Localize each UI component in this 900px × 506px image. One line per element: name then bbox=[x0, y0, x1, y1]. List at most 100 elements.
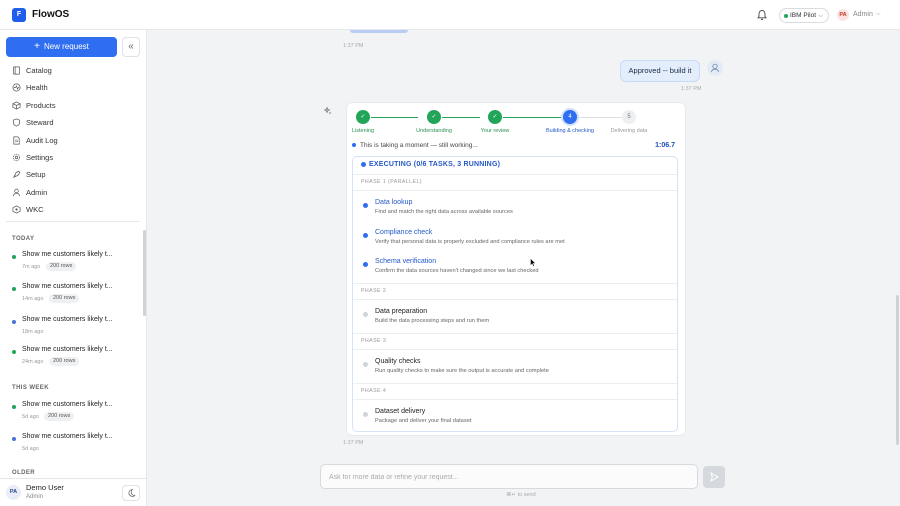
user-menu-label[interactable]: Admin bbox=[853, 11, 873, 18]
pending-status-icon bbox=[363, 312, 368, 317]
environment-selector[interactable]: IBM Pilot ⌵ bbox=[779, 8, 829, 23]
sidebar-item-catalog[interactable]: Catalog bbox=[0, 62, 146, 79]
status-dot-icon bbox=[12, 287, 16, 291]
theme-toggle-button[interactable] bbox=[122, 485, 140, 501]
task-title: Quality checks bbox=[375, 358, 421, 365]
chat-area: 1:37 PM Approved -- build it 1:37 PM ✓ ✓… bbox=[147, 30, 900, 506]
step-circle-delivering: 5 bbox=[622, 110, 636, 124]
sidebar-item-settings[interactable]: Settings bbox=[0, 149, 146, 166]
step-circle-your-review: ✓ bbox=[488, 110, 502, 124]
task-description: Run quality checks to make sure the outp… bbox=[375, 368, 549, 374]
phase-label: PHASE 4 bbox=[361, 388, 387, 394]
task-title: Dataset delivery bbox=[375, 408, 426, 415]
status-dot-icon bbox=[12, 350, 16, 354]
app-logo-icon[interactable]: F bbox=[12, 8, 26, 22]
step-label: Delivering data bbox=[610, 128, 648, 134]
sidebar-item-wkc[interactable]: WKC bbox=[0, 201, 146, 218]
task-description: Package and deliver your final dataset bbox=[375, 418, 472, 424]
phase-label: PHASE 2 bbox=[361, 288, 387, 294]
send-button[interactable] bbox=[703, 466, 725, 488]
history-section-older: OLDER bbox=[12, 470, 35, 476]
chat-scrollbar[interactable] bbox=[896, 295, 899, 445]
sidebar: + New request « Catalog Health Products S… bbox=[0, 30, 147, 506]
footer-user-role: Admin bbox=[26, 494, 44, 500]
status-dot-icon bbox=[784, 14, 788, 18]
step-connector bbox=[503, 117, 563, 118]
task-title: Compliance check bbox=[375, 229, 433, 236]
sidebar-item-label: Settings bbox=[26, 152, 54, 162]
row-count-badge: 200 rows bbox=[49, 294, 80, 303]
send-shortcut-hint: ⌘↵ to send bbox=[506, 492, 536, 498]
avatar[interactable]: PA bbox=[837, 9, 849, 21]
top-bar: F FlowOS IBM Pilot ⌵ PA Admin ⌵ bbox=[0, 0, 900, 30]
divider bbox=[353, 333, 677, 334]
book-icon bbox=[12, 66, 21, 75]
task-title: Data lookup bbox=[375, 199, 413, 206]
rocket-icon bbox=[13, 171, 21, 179]
gear-icon bbox=[12, 153, 21, 162]
step-circle-understanding: ✓ bbox=[427, 110, 441, 124]
heart-pulse-icon bbox=[12, 83, 21, 92]
collapse-sidebar-button[interactable]: « bbox=[122, 37, 140, 57]
step-connector bbox=[442, 117, 480, 118]
sidebar-item-label: Audit Log bbox=[26, 135, 58, 145]
row-count-badge: 200 rows bbox=[49, 357, 80, 366]
history-item-title: Show me customers likely t... bbox=[22, 346, 113, 353]
execution-header: EXECUTING (0/6 TASKS, 3 RUNNING) bbox=[353, 157, 677, 172]
sidebar-item-label: Admin bbox=[26, 187, 48, 197]
sidebar-item-products[interactable]: Products bbox=[0, 97, 146, 114]
step-circle-building: 4 bbox=[563, 110, 577, 124]
sidebar-item-audit-log[interactable]: Audit Log bbox=[0, 132, 146, 149]
row-count-badge: 200 rows bbox=[44, 412, 75, 421]
status-dot-icon bbox=[12, 437, 16, 441]
chevron-down-icon[interactable]: ⌵ bbox=[876, 11, 881, 18]
elapsed-timer: 1:06.7 bbox=[655, 142, 675, 149]
avatar[interactable]: PA bbox=[6, 485, 21, 500]
new-request-button[interactable]: + New request bbox=[6, 37, 117, 57]
running-status-icon bbox=[363, 203, 368, 208]
step-label: Building & checking bbox=[545, 128, 595, 134]
chat-input[interactable] bbox=[329, 471, 689, 483]
sidebar-item-label: Products bbox=[26, 100, 56, 110]
progress-stepper: ✓ ✓ ✓ 4 5 Listening Understanding Your r… bbox=[347, 103, 687, 143]
pulse-dot-icon bbox=[352, 143, 356, 148]
task-title: Data preparation bbox=[375, 308, 428, 315]
sidebar-item-setup[interactable]: Setup bbox=[0, 166, 146, 183]
history-item-time: 24m ago bbox=[22, 359, 44, 365]
execution-header-text: EXECUTING (0/6 TASKS, 3 RUNNING) bbox=[369, 161, 501, 168]
history-item-time: 5d ago bbox=[22, 446, 39, 452]
build-progress-card: ✓ ✓ ✓ 4 5 Listening Understanding Your r… bbox=[346, 102, 686, 436]
divider bbox=[353, 283, 677, 284]
task-title: Schema verification bbox=[375, 258, 437, 265]
cube-icon bbox=[12, 101, 21, 110]
sidebar-nav: Catalog Health Products Steward Audit Lo… bbox=[0, 62, 146, 219]
timestamp: 1:37 PM bbox=[343, 440, 364, 446]
sidebar-item-admin[interactable]: Admin bbox=[0, 184, 146, 201]
sidebar-item-label: Steward bbox=[26, 118, 54, 128]
document-icon bbox=[13, 136, 20, 145]
history-item-time: 5d ago bbox=[22, 414, 39, 420]
sidebar-item-steward[interactable]: Steward bbox=[0, 114, 146, 131]
user-message-bubble: Approved -- build it bbox=[620, 60, 700, 82]
running-status-icon bbox=[363, 262, 368, 267]
chat-composer bbox=[320, 464, 698, 489]
sidebar-item-label: Setup bbox=[26, 170, 46, 180]
history-section-today: TODAY bbox=[12, 236, 35, 242]
app-name: FlowOS bbox=[32, 9, 70, 20]
grid-icon bbox=[12, 205, 21, 214]
history-item-title: Show me customers likely t... bbox=[22, 316, 113, 323]
pending-status-icon bbox=[363, 362, 368, 367]
history-item-time: 7m ago bbox=[22, 264, 41, 270]
step-label: Your review bbox=[480, 128, 510, 134]
working-status: This is taking a moment — still working.… bbox=[352, 142, 478, 149]
timestamp: 1:37 PM bbox=[343, 43, 364, 49]
send-icon bbox=[710, 471, 720, 483]
sidebar-scrollbar[interactable] bbox=[143, 230, 146, 316]
task-description: Find and match the right data across ava… bbox=[375, 209, 513, 215]
history-item-title: Show me customers likely t... bbox=[22, 401, 113, 408]
sidebar-item-health[interactable]: Health bbox=[0, 79, 146, 96]
timestamp: 1:37 PM bbox=[681, 86, 702, 92]
environment-label: IBM Pilot bbox=[790, 12, 817, 19]
bell-icon[interactable] bbox=[756, 9, 768, 21]
status-dot-icon bbox=[12, 255, 16, 259]
